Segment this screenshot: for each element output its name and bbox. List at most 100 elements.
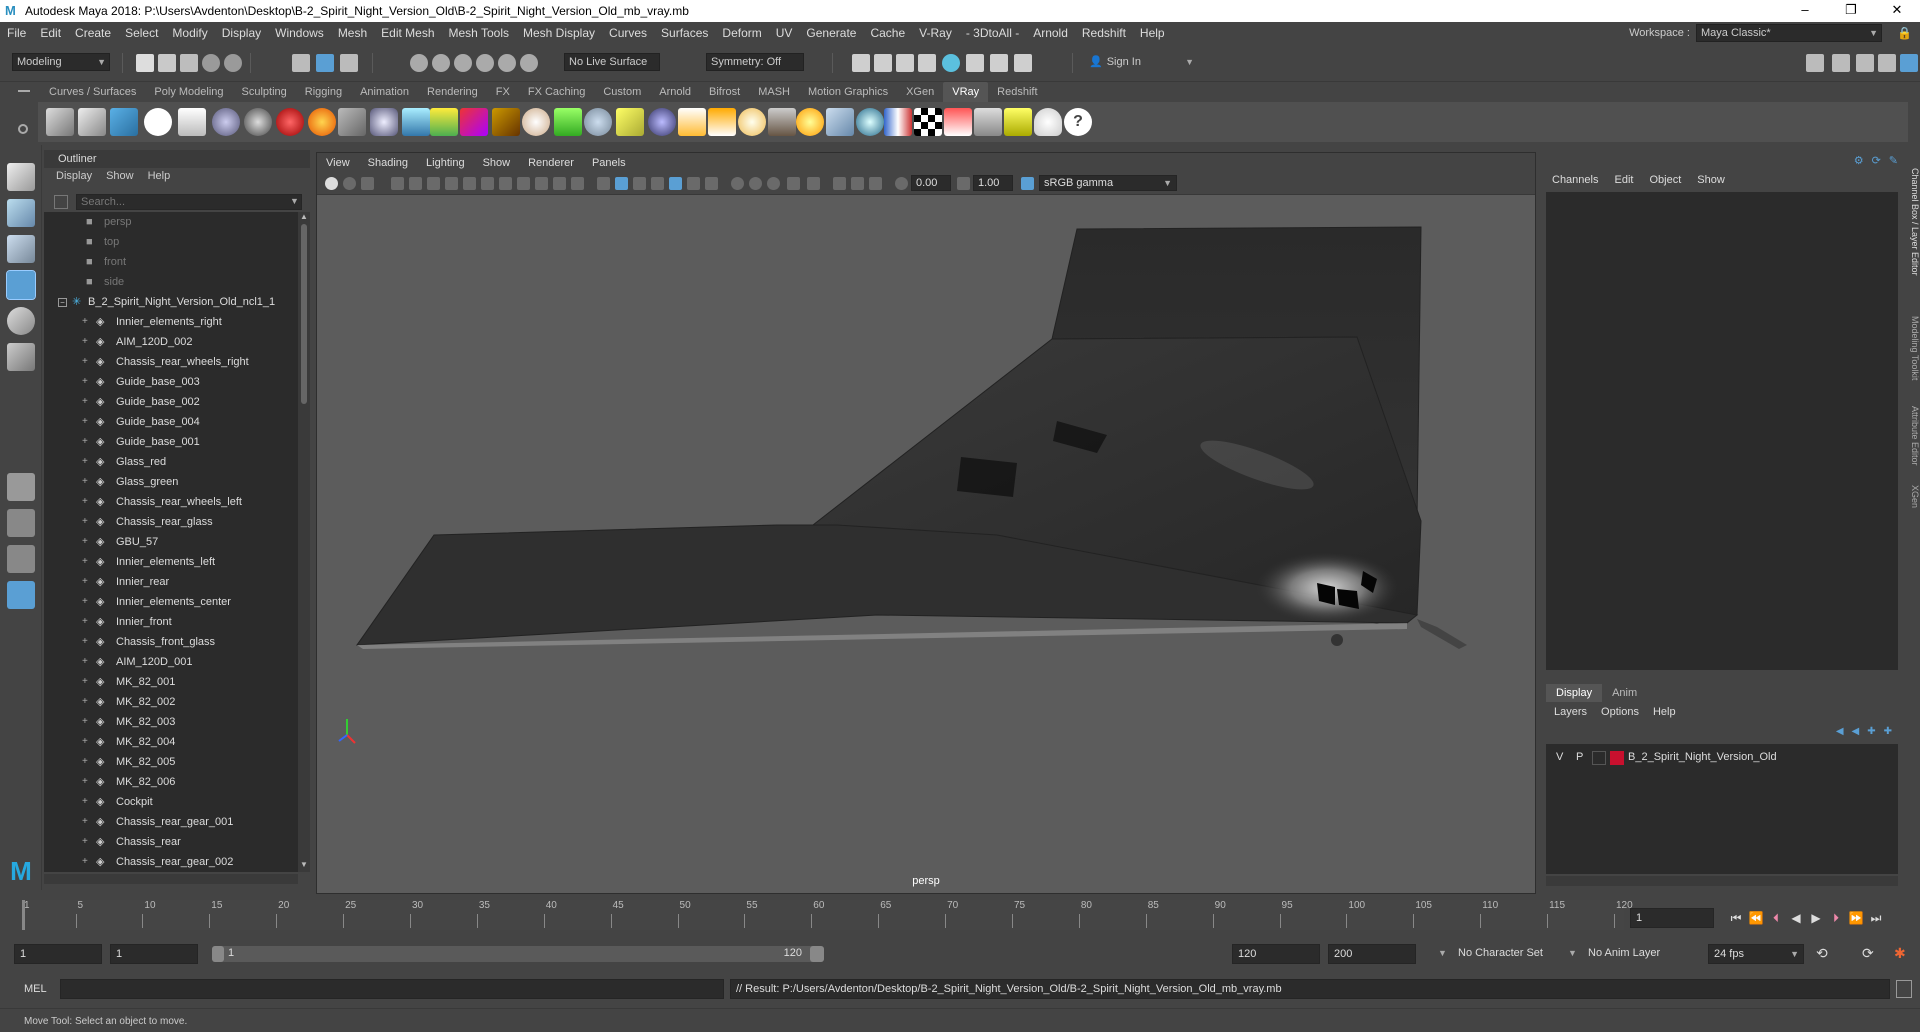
vray-lights-icon[interactable] xyxy=(1004,108,1032,136)
new-layer-icon[interactable]: ✚ xyxy=(1884,726,1892,737)
play-forwards-icon[interactable]: ▶ xyxy=(1808,910,1824,926)
vray-proxy-icon[interactable] xyxy=(244,108,272,136)
snap-grid-icon[interactable] xyxy=(410,54,428,72)
symmetry-dropdown[interactable]: Symmetry: Off xyxy=(706,53,804,71)
save-scene-icon[interactable] xyxy=(180,54,198,72)
expand-icon[interactable]: + xyxy=(82,432,88,452)
expand-icon[interactable]: + xyxy=(82,772,88,792)
vray-grass-icon[interactable] xyxy=(554,108,582,136)
collapse-icon[interactable]: − xyxy=(58,298,67,307)
command-input[interactable] xyxy=(60,979,724,999)
list-item[interactable]: + ◈ Chassis_rear_wheels_left xyxy=(44,492,298,512)
time-ruler[interactable]: 1 5 10 15 20 25 30 35 40 45 50 55 60 65 70 75 80 85 90 95 10… xyxy=(20,900,1633,930)
make-live-icon[interactable] xyxy=(498,54,516,72)
edit-menu[interactable]: Edit xyxy=(1614,174,1633,186)
step-back-frame-icon[interactable]: ⏴ xyxy=(1768,910,1784,926)
shelf-tab-poly-modeling[interactable]: Poly Modeling xyxy=(145,82,232,102)
list-item[interactable]: + ◈ MK_82_006 xyxy=(44,772,298,792)
shelf-tab-arnold[interactable]: Arnold xyxy=(650,82,700,102)
auto-key-icon[interactable]: ⟳ xyxy=(1862,945,1874,962)
menu-arnold[interactable]: Arnold xyxy=(1026,26,1075,40)
vray-spot-light-icon[interactable] xyxy=(708,108,736,136)
tab-modeling-toolkit[interactable]: Modeling Toolkit xyxy=(1906,308,1920,388)
layer-visibility-toggle[interactable]: V xyxy=(1556,751,1563,763)
grid-icon[interactable] xyxy=(463,177,476,190)
expand-icon[interactable]: + xyxy=(82,532,88,552)
render-view-icon[interactable] xyxy=(966,54,984,72)
menu-generate[interactable]: Generate xyxy=(799,26,863,40)
lighting-icon[interactable] xyxy=(990,54,1008,72)
aircraft-model[interactable] xyxy=(317,195,1535,893)
smooth-shade-icon[interactable] xyxy=(615,177,628,190)
vray-mesh-icon[interactable] xyxy=(338,108,366,136)
lasso-tool-icon[interactable] xyxy=(7,199,35,227)
menu-vray[interactable]: V-Ray xyxy=(912,26,959,40)
list-item[interactable]: + ◈ Glass_green xyxy=(44,472,298,492)
list-item[interactable]: + ◈ Chassis_front_glass xyxy=(44,632,298,652)
current-frame-field[interactable]: 1 xyxy=(1630,908,1714,928)
menu-create[interactable]: Create xyxy=(68,26,118,40)
menu-cache[interactable]: Cache xyxy=(863,26,912,40)
step-back-key-icon[interactable]: ⏪ xyxy=(1748,910,1764,926)
move-tool-icon[interactable] xyxy=(6,270,36,300)
menu-surfaces[interactable]: Surfaces xyxy=(654,26,715,40)
depth-of-field-icon[interactable] xyxy=(787,177,800,190)
maximize-button[interactable]: ❐ xyxy=(1828,0,1874,22)
gamma-icon[interactable] xyxy=(957,177,970,190)
menu-edit[interactable]: Edit xyxy=(33,26,68,40)
shadows-icon[interactable] xyxy=(705,177,718,190)
filter-icon[interactable] xyxy=(54,195,68,209)
shelf-tab-animation[interactable]: Animation xyxy=(351,82,418,102)
shelf-tab-bifrost[interactable]: Bifrost xyxy=(700,82,749,102)
menu-windows[interactable]: Windows xyxy=(268,26,331,40)
select-by-hierarchy-icon[interactable] xyxy=(292,54,310,72)
scroll-up-icon[interactable]: ▲ xyxy=(300,212,308,221)
viewport-menu-shading[interactable]: Shading xyxy=(359,157,417,169)
list-item[interactable]: + ◈ Guide_base_004 xyxy=(44,412,298,432)
list-item[interactable]: + ◈ MK_82_005 xyxy=(44,752,298,772)
menu-mesh[interactable]: Mesh xyxy=(331,26,374,40)
viewport-menu-show[interactable]: Show xyxy=(474,157,520,169)
expand-icon[interactable]: + xyxy=(82,832,88,852)
layer-display-type[interactable] xyxy=(1592,751,1606,765)
vray-water-icon[interactable] xyxy=(402,108,430,136)
preferences-icon[interactable]: ✱ xyxy=(1894,945,1906,962)
vray-frame-buffer-icon[interactable] xyxy=(110,108,138,136)
attribute-editor-icon[interactable] xyxy=(1856,54,1874,72)
scale-tool-icon[interactable] xyxy=(7,343,35,371)
vray-material-icon[interactable] xyxy=(212,108,240,136)
tab-xgen[interactable]: XGen xyxy=(1906,482,1920,512)
vray-texture-icon[interactable] xyxy=(492,108,520,136)
pause-viewport-icon[interactable] xyxy=(1014,54,1032,72)
color-management-icon[interactable] xyxy=(1021,177,1034,190)
menu-3dtoall[interactable]: - 3DtoAll - xyxy=(959,26,1026,40)
shelf-tab-xgen[interactable]: XGen xyxy=(897,82,943,102)
outliner-menu-help[interactable]: Help xyxy=(148,170,171,182)
select-by-component-icon[interactable] xyxy=(340,54,358,72)
view-transform-dropdown[interactable]: sRGB gamma ▼ xyxy=(1039,175,1177,191)
list-item[interactable]: ■ persp xyxy=(44,212,298,232)
help-menu[interactable]: Help xyxy=(1653,706,1676,718)
outliner-hscrollbar[interactable] xyxy=(44,874,298,884)
shelf-tab-sculpting[interactable]: Sculpting xyxy=(233,82,296,102)
list-item[interactable]: + ◈ Chassis_rear xyxy=(44,832,298,852)
render-settings-icon[interactable] xyxy=(918,54,936,72)
shelf-tab-motion-graphics[interactable]: Motion Graphics xyxy=(799,82,897,102)
list-item[interactable]: + ◈ MK_82_004 xyxy=(44,732,298,752)
field-chart-icon[interactable] xyxy=(535,177,548,190)
open-scene-icon[interactable] xyxy=(158,54,176,72)
vray-scene-access-icon[interactable] xyxy=(460,108,488,136)
xray-icon[interactable] xyxy=(833,177,846,190)
snap-options-icon[interactable] xyxy=(520,54,538,72)
select-tool-icon[interactable] xyxy=(7,163,35,191)
play-backwards-icon[interactable]: ◀ xyxy=(1788,910,1804,926)
redo-icon[interactable] xyxy=(224,54,242,72)
shelf-tab-redshift[interactable]: Redshift xyxy=(988,82,1046,102)
menu-mesh-display[interactable]: Mesh Display xyxy=(516,26,602,40)
lock-icon[interactable]: 🔒 xyxy=(1897,26,1912,40)
scrollbar-thumb[interactable] xyxy=(301,224,307,404)
list-item[interactable]: + ◈ Innier_elements_left xyxy=(44,552,298,572)
layer-row[interactable]: V P B_2_Spirit_Night_Version_Old xyxy=(1546,748,1898,768)
wireframe-icon[interactable] xyxy=(597,177,610,190)
animation-start-field[interactable]: 1 xyxy=(14,944,102,964)
